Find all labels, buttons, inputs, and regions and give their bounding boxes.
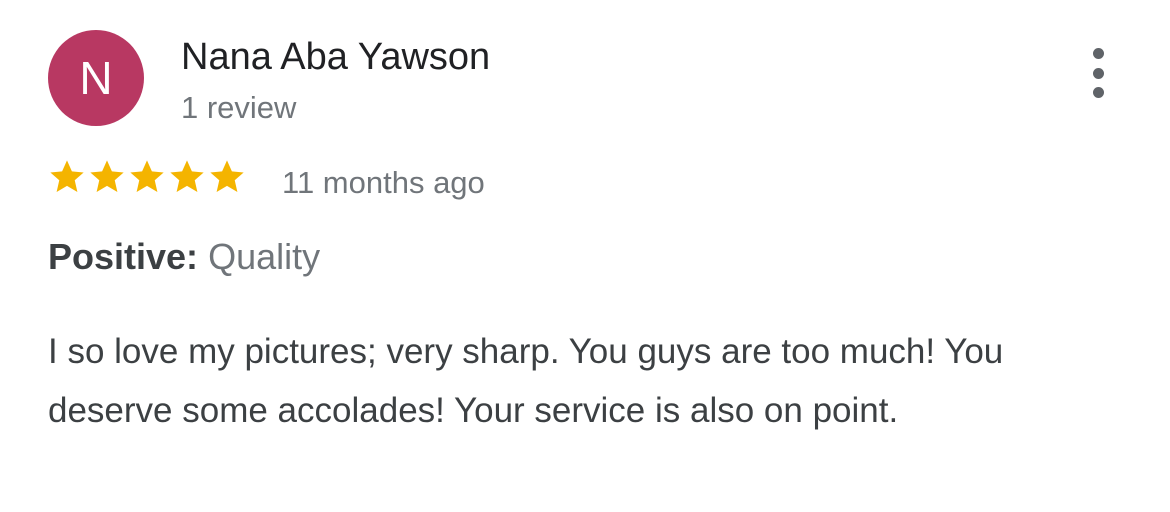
avatar-initial: N <box>79 52 113 104</box>
star-icon <box>210 160 244 193</box>
star-icon <box>170 160 204 193</box>
highlight-label: Positive: <box>48 236 199 277</box>
review-date: 11 months ago <box>282 165 485 200</box>
star-rating <box>48 158 246 196</box>
highlight-value: Quality <box>208 236 321 277</box>
reviewer-review-count: 1 review <box>181 90 297 125</box>
review-card: N Nana Aba Yawson 1 review 11 months ago… <box>0 0 1170 512</box>
star-icon <box>130 160 164 193</box>
more-vert-icon <box>1092 48 1104 59</box>
more-vert-icon-dot <box>1092 67 1104 79</box>
more-vert-icon-dot <box>1092 87 1104 98</box>
star-icon <box>50 160 84 193</box>
review-text: I so love my pictures; very sharp. You g… <box>48 332 1004 430</box>
review-highlight: Positive: Quality <box>48 236 320 278</box>
reviewer-name[interactable]: Nana Aba Yawson <box>181 36 490 79</box>
avatar[interactable]: N <box>48 30 144 126</box>
star-icon <box>90 160 124 193</box>
more-options-button[interactable] <box>1078 48 1118 98</box>
